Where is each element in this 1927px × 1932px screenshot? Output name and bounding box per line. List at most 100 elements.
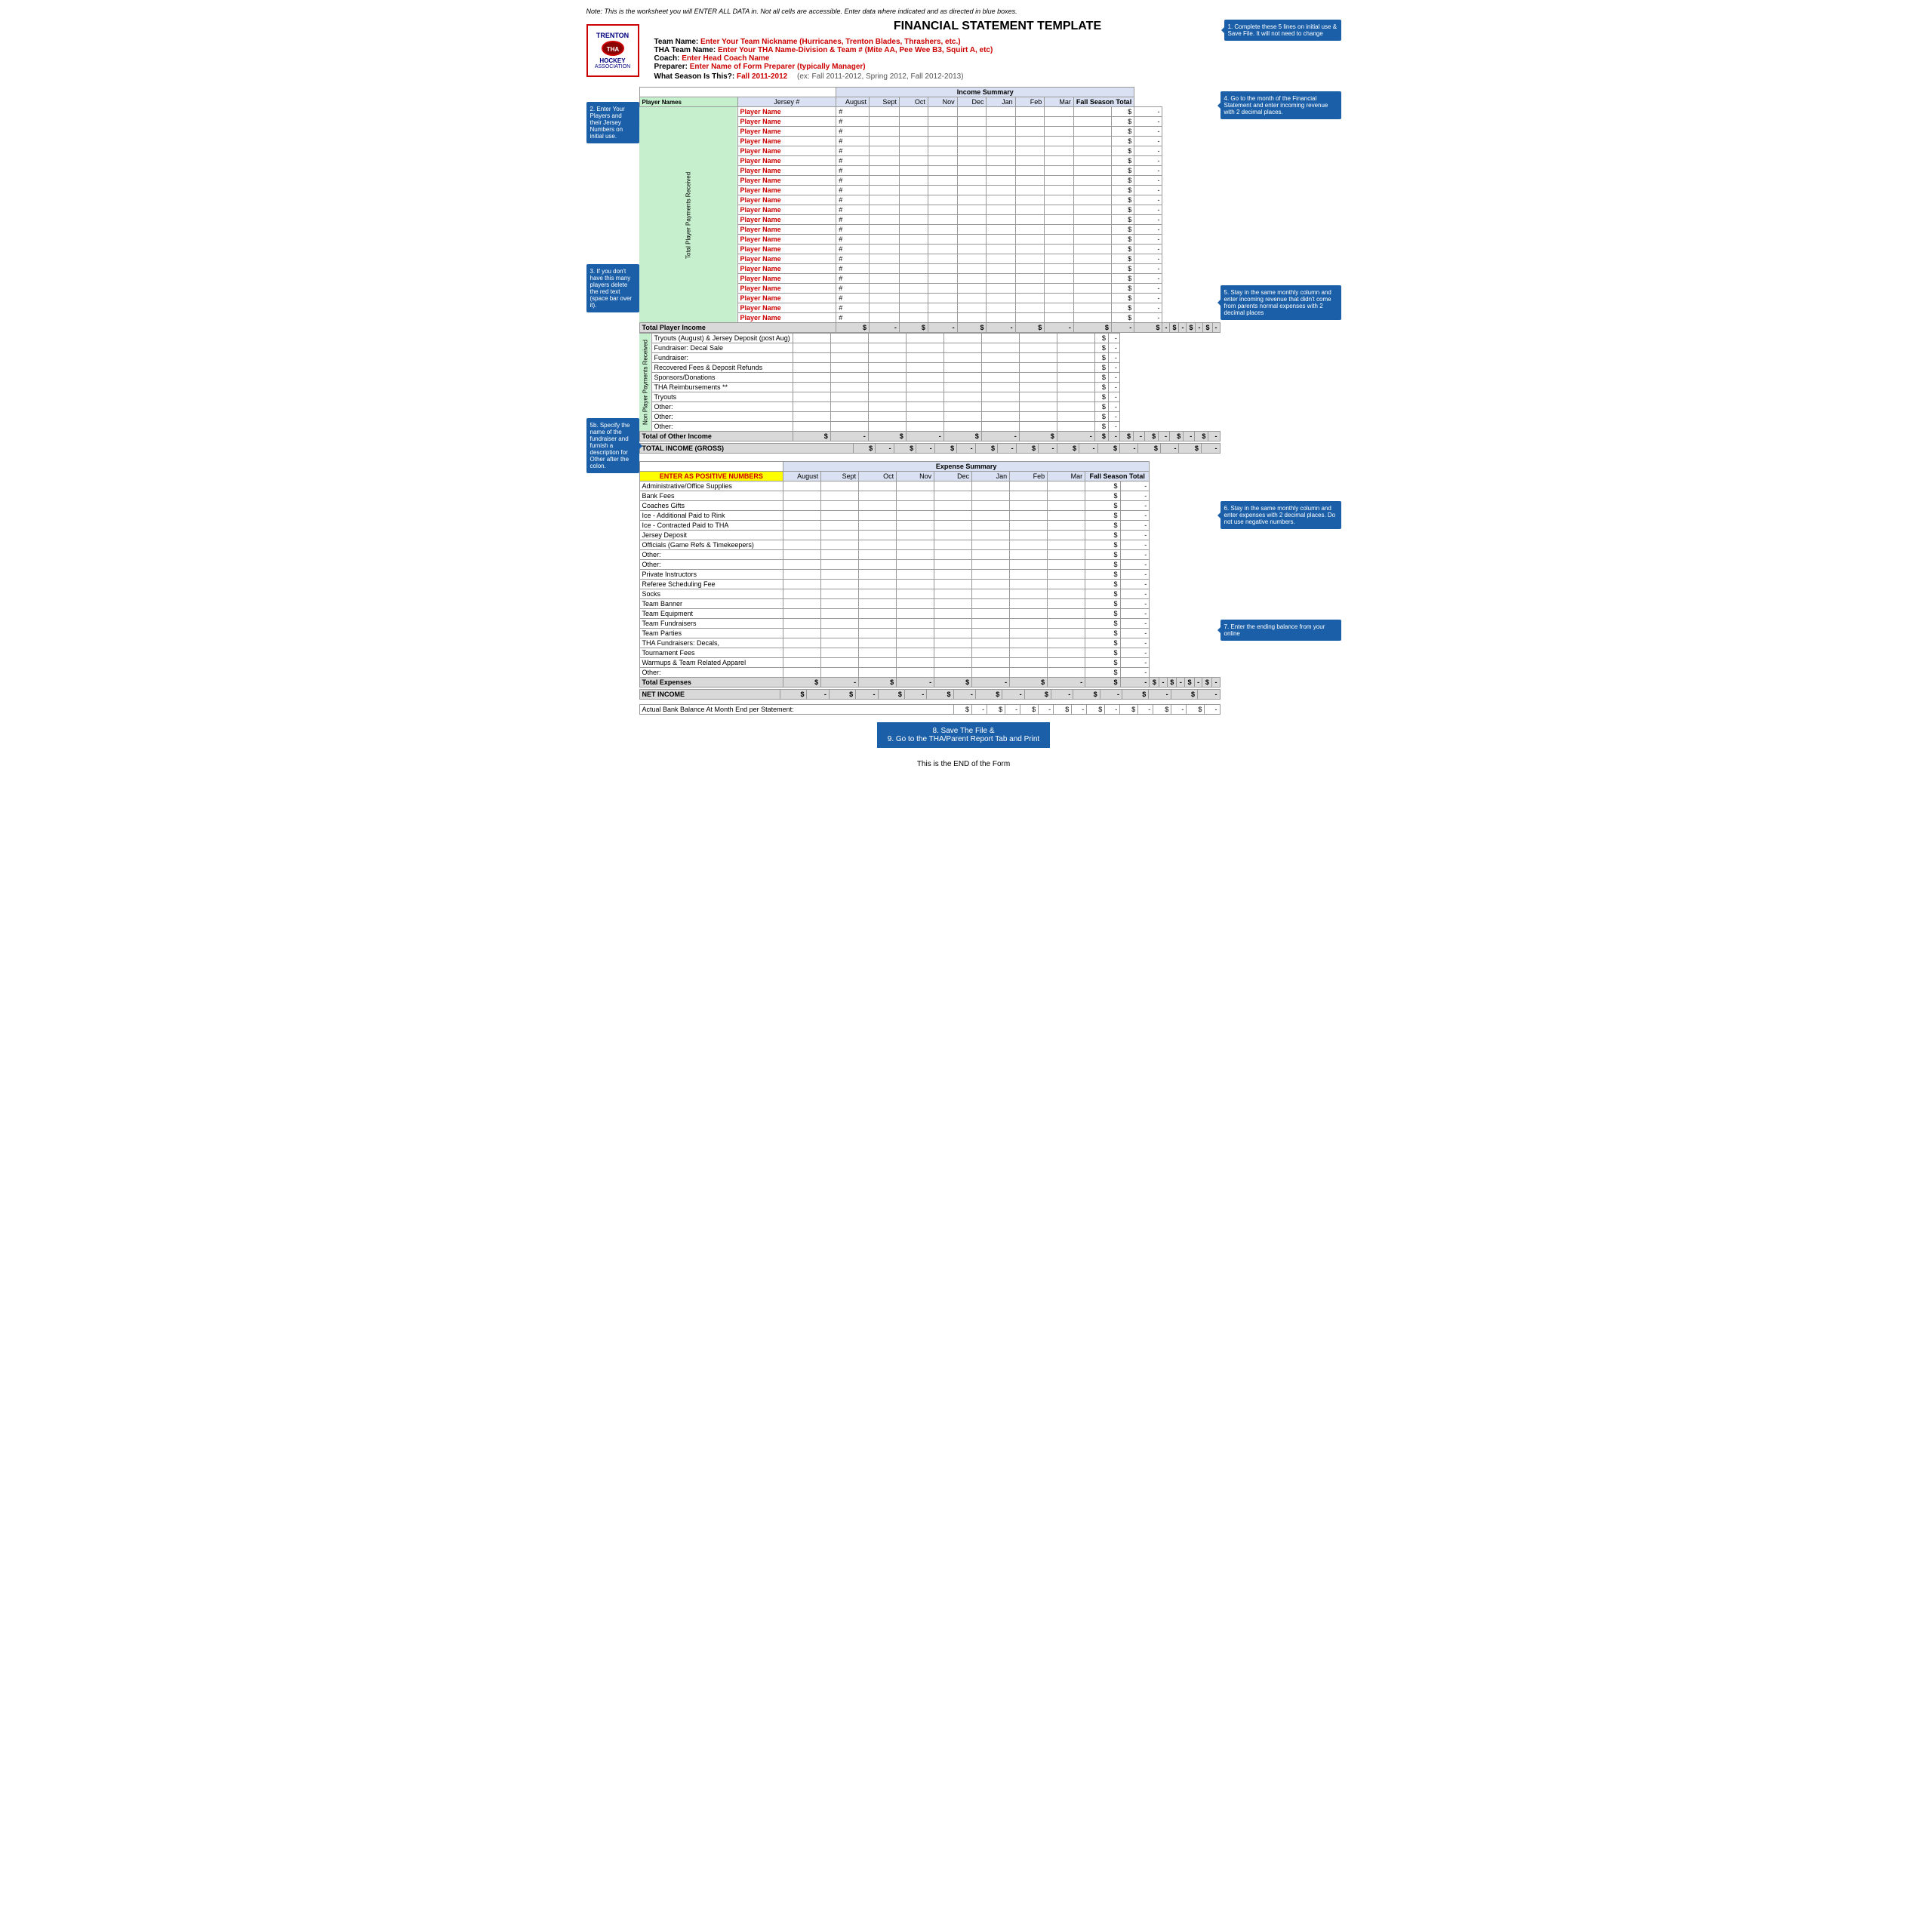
jersey-cell[interactable]: # <box>836 245 870 254</box>
expense-month-cell[interactable] <box>859 599 897 609</box>
expense-month-cell[interactable] <box>783 521 821 531</box>
player-row[interactable]: Total Player Payments ReceivedPlayer Nam… <box>639 107 1220 117</box>
other-month-cell[interactable] <box>981 343 1019 353</box>
month-cell[interactable] <box>1045 245 1074 254</box>
player-name-cell[interactable]: Player Name <box>737 117 836 127</box>
month-cell[interactable] <box>1015 245 1045 254</box>
expense-month-cell[interactable] <box>934 658 972 668</box>
other-month-cell[interactable] <box>1057 392 1094 402</box>
other-month-cell[interactable] <box>793 373 830 383</box>
other-month-cell[interactable] <box>943 402 981 412</box>
month-cell[interactable] <box>1045 294 1074 303</box>
month-cell[interactable] <box>870 137 900 146</box>
other-month-cell[interactable] <box>1019 422 1057 432</box>
expense-month-cell[interactable] <box>972 521 1010 531</box>
other-month-cell[interactable] <box>981 373 1019 383</box>
expense-month-cell[interactable] <box>897 629 934 638</box>
expense-month-cell[interactable] <box>783 540 821 550</box>
month-cell[interactable] <box>899 225 928 235</box>
month-cell[interactable] <box>1015 254 1045 264</box>
other-month-cell[interactable] <box>943 353 981 363</box>
month-cell[interactable] <box>1073 117 1111 127</box>
other-month-cell[interactable] <box>943 334 981 343</box>
month-cell[interactable] <box>1073 245 1111 254</box>
month-cell[interactable] <box>1045 127 1074 137</box>
month-cell[interactable] <box>928 205 957 215</box>
player-name-cell[interactable]: Player Name <box>737 137 836 146</box>
other-month-cell[interactable] <box>906 343 943 353</box>
month-cell[interactable] <box>1015 127 1045 137</box>
expense-month-cell[interactable] <box>783 511 821 521</box>
expense-month-cell[interactable] <box>897 609 934 619</box>
month-cell[interactable] <box>1073 294 1111 303</box>
expense-month-cell[interactable] <box>783 619 821 629</box>
expense-month-cell[interactable] <box>821 619 859 629</box>
month-cell[interactable] <box>957 186 987 195</box>
player-name-cell[interactable]: Player Name <box>737 205 836 215</box>
month-cell[interactable] <box>899 245 928 254</box>
expense-row[interactable]: Ice - Additional Paid to Rink$- <box>639 511 1220 521</box>
month-cell[interactable] <box>870 205 900 215</box>
month-cell[interactable] <box>899 284 928 294</box>
other-month-cell[interactable] <box>1057 373 1094 383</box>
other-month-cell[interactable] <box>830 383 868 392</box>
month-cell[interactable] <box>1073 156 1111 166</box>
expense-month-cell[interactable] <box>972 560 1010 570</box>
expense-month-cell[interactable] <box>821 648 859 658</box>
player-name-cell[interactable]: Player Name <box>737 284 836 294</box>
expense-row[interactable]: Coaches Gifts$- <box>639 501 1220 511</box>
expense-month-cell[interactable] <box>897 560 934 570</box>
other-month-cell[interactable] <box>1019 343 1057 353</box>
month-cell[interactable] <box>928 274 957 284</box>
player-name-cell[interactable]: Player Name <box>737 245 836 254</box>
month-cell[interactable] <box>899 107 928 117</box>
month-cell[interactable] <box>957 254 987 264</box>
expense-month-cell[interactable] <box>972 648 1010 658</box>
expense-month-cell[interactable] <box>972 570 1010 580</box>
expense-month-cell[interactable] <box>897 619 934 629</box>
other-month-cell[interactable] <box>906 353 943 363</box>
expense-row[interactable]: Warmups & Team Related Apparel$- <box>639 658 1220 668</box>
other-month-cell[interactable] <box>981 363 1019 373</box>
month-cell[interactable] <box>957 205 987 215</box>
expense-month-cell[interactable] <box>934 511 972 521</box>
other-month-cell[interactable] <box>868 343 906 353</box>
other-month-cell[interactable] <box>868 334 906 343</box>
expense-month-cell[interactable] <box>821 540 859 550</box>
expense-month-cell[interactable] <box>1010 580 1048 589</box>
expense-month-cell[interactable] <box>972 658 1010 668</box>
expense-month-cell[interactable] <box>821 668 859 678</box>
month-cell[interactable] <box>1045 215 1074 225</box>
month-cell[interactable] <box>870 176 900 186</box>
month-cell[interactable] <box>1073 264 1111 274</box>
other-month-cell[interactable] <box>943 343 981 353</box>
expense-month-cell[interactable] <box>1048 589 1085 599</box>
month-cell[interactable] <box>957 195 987 205</box>
expense-row[interactable]: Referee Scheduling Fee$- <box>639 580 1220 589</box>
player-name-cell[interactable]: Player Name <box>737 186 836 195</box>
month-cell[interactable] <box>1015 146 1045 156</box>
month-cell[interactable] <box>1073 235 1111 245</box>
month-cell[interactable] <box>1073 205 1111 215</box>
month-cell[interactable] <box>987 254 1015 264</box>
expense-month-cell[interactable] <box>1048 648 1085 658</box>
other-income-row[interactable]: THA Reimbursements **$- <box>639 383 1220 392</box>
expense-month-cell[interactable] <box>934 629 972 638</box>
player-name-cell[interactable]: Player Name <box>737 264 836 274</box>
month-cell[interactable] <box>899 117 928 127</box>
expense-month-cell[interactable] <box>783 531 821 540</box>
month-cell[interactable] <box>987 264 1015 274</box>
month-cell[interactable] <box>870 127 900 137</box>
month-cell[interactable] <box>1045 166 1074 176</box>
month-cell[interactable] <box>870 294 900 303</box>
jersey-cell[interactable]: # <box>836 146 870 156</box>
other-month-cell[interactable] <box>830 353 868 363</box>
month-cell[interactable] <box>1015 195 1045 205</box>
player-name-cell[interactable]: Player Name <box>737 303 836 313</box>
month-cell[interactable] <box>1073 284 1111 294</box>
month-cell[interactable] <box>870 245 900 254</box>
month-cell[interactable] <box>1073 127 1111 137</box>
other-month-cell[interactable] <box>830 392 868 402</box>
expense-month-cell[interactable] <box>897 511 934 521</box>
jersey-cell[interactable]: # <box>836 264 870 274</box>
